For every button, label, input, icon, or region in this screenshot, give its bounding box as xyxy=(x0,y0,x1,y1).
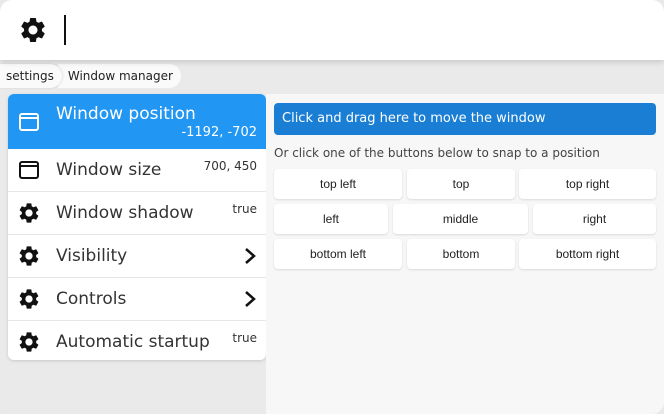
snap-middle-button[interactable]: middle xyxy=(393,204,528,234)
breadcrumb-settings[interactable]: settings xyxy=(0,64,62,88)
menu-item-label: Window position xyxy=(56,104,196,124)
menu-item-label: Window size xyxy=(56,160,162,180)
gear-icon xyxy=(19,332,39,352)
menu-item-value: -1192, -702 xyxy=(181,125,257,140)
menu-item-label: Visibility xyxy=(56,246,128,266)
gear-icon[interactable] xyxy=(18,15,48,45)
drag-handle[interactable]: Click and drag here to move the window xyxy=(274,103,656,135)
menu-item-window-shadow[interactable]: Window shadow true xyxy=(8,192,266,235)
snap-bottom-button[interactable]: bottom xyxy=(407,239,515,269)
menu-item-value: true xyxy=(232,202,257,216)
search-input-caret[interactable] xyxy=(64,15,66,45)
menu-item-label: Automatic startup xyxy=(56,332,210,352)
chevron-right-icon xyxy=(245,248,256,264)
gear-icon xyxy=(19,246,39,266)
snap-bottom-left-button[interactable]: bottom left xyxy=(274,239,402,269)
menu-item-window-position[interactable]: Window position -1192, -702 xyxy=(8,94,266,149)
gear-icon xyxy=(19,289,39,309)
menu-item-value: true xyxy=(232,331,257,345)
menu-item-visibility[interactable]: Visibility xyxy=(8,235,266,278)
menu-item-label: Controls xyxy=(56,289,127,309)
breadcrumb-window-manager[interactable]: Window manager xyxy=(57,64,181,88)
snap-top-left-button[interactable]: top left xyxy=(274,169,402,199)
menu-item-value: 700, 450 xyxy=(203,159,257,173)
menu-item-label: Window shadow xyxy=(56,203,194,223)
window-icon xyxy=(19,161,39,179)
app-window: settings Window manager Window position … xyxy=(0,0,664,414)
snap-bottom-right-button[interactable]: bottom right xyxy=(519,239,656,269)
menu-item-controls[interactable]: Controls xyxy=(8,278,266,321)
breadcrumb: settings Window manager xyxy=(0,64,181,88)
top-bar xyxy=(0,0,664,60)
menu-item-automatic-startup[interactable]: Automatic startup true xyxy=(8,321,266,360)
snap-right-button[interactable]: right xyxy=(533,204,656,234)
snap-top-right-button[interactable]: top right xyxy=(519,169,656,199)
gear-icon xyxy=(19,203,39,223)
snap-left-button[interactable]: left xyxy=(274,204,388,234)
snap-top-button[interactable]: top xyxy=(407,169,515,199)
settings-menu: Window position -1192, -702 Window size … xyxy=(8,94,266,360)
snap-hint: Or click one of the buttons below to sna… xyxy=(274,146,600,160)
chevron-right-icon xyxy=(245,291,256,307)
menu-item-window-size[interactable]: Window size 700, 450 xyxy=(8,149,266,192)
position-panel: Click and drag here to move the window O… xyxy=(266,94,664,414)
window-icon xyxy=(19,113,39,131)
